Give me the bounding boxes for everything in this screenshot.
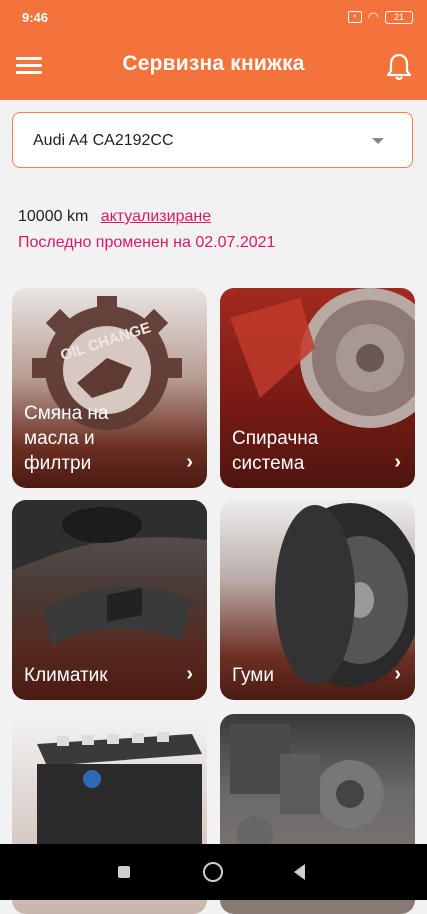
- category-label-brakes: Спирачна система: [232, 428, 319, 474]
- category-card-ac[interactable]: Климатик ›: [12, 500, 207, 700]
- category-card-oil[interactable]: OIL CHANGE Смяна на масла и филтри ›: [12, 288, 207, 488]
- mileage-value: 10000 km: [18, 208, 89, 225]
- home-icon[interactable]: [203, 862, 223, 882]
- status-bar: 9:46 ▪ ◠ 21: [0, 0, 427, 34]
- page-title: Сервизна книжка: [122, 52, 305, 75]
- sim-icon: ▪: [347, 11, 362, 23]
- battery-level: 21: [393, 11, 404, 22]
- last-modified-text: Последно променен на 02.07.2021: [18, 234, 276, 251]
- chevron-right-icon: ›: [394, 451, 401, 473]
- category-label-ac: Климатик: [24, 665, 108, 686]
- car-select[interactable]: Audi A4 CA2192CC: [12, 112, 413, 168]
- chevron-down-icon: [372, 138, 384, 144]
- chevron-right-icon: ›: [186, 451, 193, 473]
- category-card-tires[interactable]: Гуми ›: [220, 500, 415, 700]
- category-card-brakes[interactable]: Спирачна система ›: [220, 288, 415, 488]
- recents-icon[interactable]: [118, 866, 130, 878]
- car-select-value: Audi A4 CA2192CC: [33, 132, 174, 149]
- update-mileage-link[interactable]: актуализиране: [101, 208, 211, 225]
- wifi-icon: ◠: [367, 9, 379, 24]
- category-label-oil: Смяна на масла и филтри: [24, 403, 109, 474]
- category-label-tires: Гуми: [232, 665, 274, 686]
- bell-icon[interactable]: [385, 52, 413, 82]
- battery-icon: 21: [385, 10, 413, 24]
- chevron-right-icon: ›: [394, 663, 401, 685]
- app-bar: Сервизна книжка: [0, 34, 427, 100]
- status-icons: ▪ ◠ 21: [347, 9, 413, 25]
- mileage-line: 10000 km актуализиране: [18, 208, 211, 226]
- chevron-right-icon: ›: [186, 663, 193, 685]
- system-nav-bar: [0, 844, 427, 900]
- status-time: 9:46: [22, 10, 49, 25]
- back-icon[interactable]: [294, 864, 305, 880]
